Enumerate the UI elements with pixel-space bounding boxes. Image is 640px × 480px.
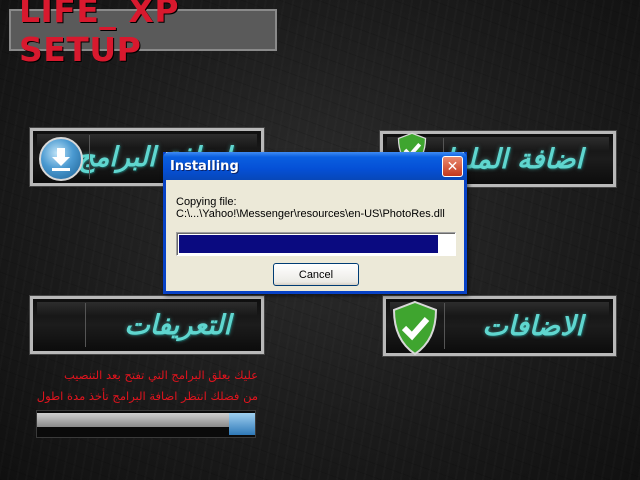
close-icon[interactable]: ✕ [442,156,463,177]
cancel-button[interactable]: Cancel [273,263,359,286]
copy-progress-bar [176,232,456,256]
copying-file-path: C:\...\Yahoo!\Messenger\resources\en-US\… [176,208,445,220]
drivers-button[interactable]: التعريفات [29,295,265,355]
addons-button[interactable]: الاضافات [382,295,617,357]
info-text-line-1: عليك بعلق البرامج التي تفتح بعد التنصيب [63,368,258,382]
info-text-line-2: من فضلك انتظر اضافة البرامج تأخذ مدة اطو… [36,389,258,403]
copying-label: Copying file: [176,196,237,208]
installing-dialog: Installing ✕ Copying file: C:\...\Yahoo!… [163,152,467,294]
setup-progress-track [37,413,255,427]
copy-progress-fill [179,235,439,253]
dialog-title: Installing [170,158,239,174]
shield-check-icon [392,300,438,356]
button-divider [444,303,445,349]
setup-progress-fill [228,413,255,435]
app-title: LIFE_ XP SETUP [9,0,277,69]
dialog-titlebar[interactable]: Installing ✕ [163,152,467,180]
button-divider [85,303,86,347]
setup-progress-bar [36,410,256,438]
download-icon [39,137,83,181]
button-divider [89,135,90,179]
button-gloss [37,302,257,316]
